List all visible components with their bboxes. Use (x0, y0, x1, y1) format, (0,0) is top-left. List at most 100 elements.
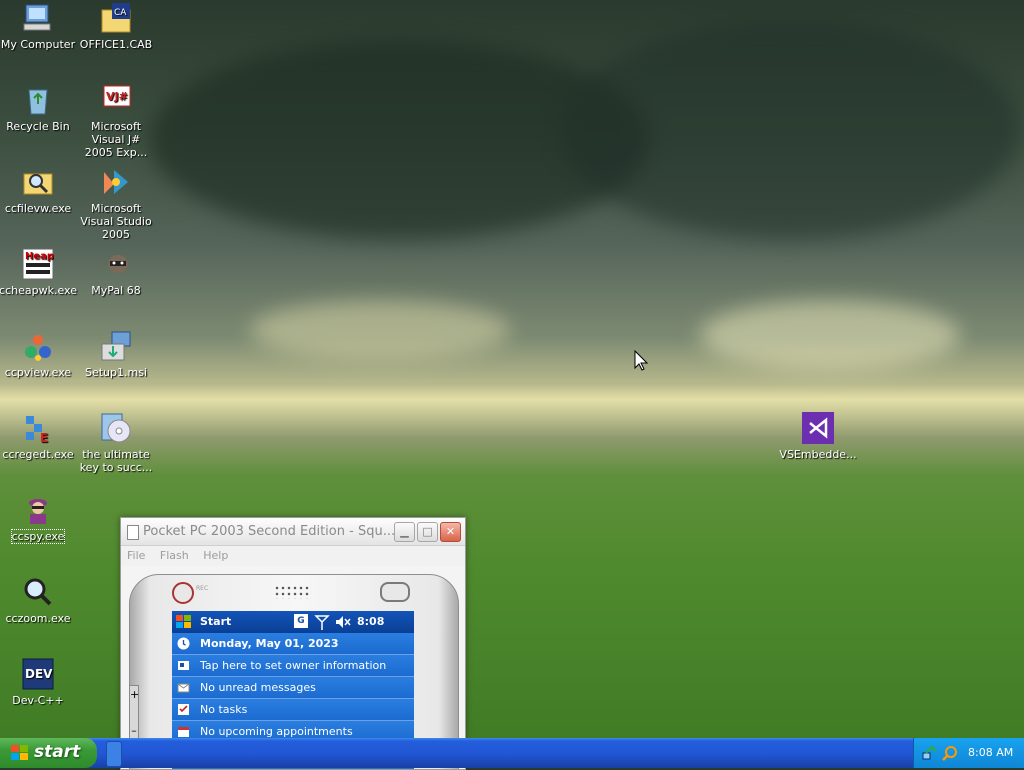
desktop-icon-label: Dev-C++ (12, 694, 64, 707)
cd-icon (101, 413, 131, 443)
desktop-icon-devcpp[interactable]: DEV Dev-C++ (0, 658, 78, 707)
registry-editor-icon: E (26, 416, 48, 444)
desktop-icon-my-computer[interactable]: My Computer (0, 2, 78, 51)
start-label: start (34, 742, 81, 762)
today-messages-row[interactable]: No unread messages (172, 677, 414, 699)
window-menu-bar: File Flash Help (121, 546, 465, 566)
pocket-pc-nav-bar[interactable]: Start G 8:08 (172, 611, 414, 633)
desktop-icon-label: Microsoft Visual J# 2005 Exp... (84, 120, 148, 159)
process-viewer-icon (25, 335, 51, 361)
signal-icon[interactable] (314, 614, 330, 630)
svg-text:E: E (40, 431, 48, 444)
desktop-icon-label: OFFICE1.CAB (79, 38, 153, 51)
window-title: Pocket PC 2003 Second Edition - Squ... (143, 524, 396, 539)
desktop-icon-label: VSEmbedde... (779, 448, 857, 461)
desktop-icon-label: MyPal 68 (91, 284, 141, 297)
desktop-icon-ccheapwk[interactable]: Heap ccheapwk.exe (0, 248, 78, 297)
menu-file[interactable]: File (127, 549, 145, 562)
rec-label: REC (196, 585, 209, 592)
network-tray-icon[interactable] (922, 745, 938, 761)
vjsharp-icon: VJ# (103, 85, 131, 107)
record-button[interactable] (172, 582, 194, 604)
tray-clock[interactable]: 8:08 AM (968, 746, 1013, 759)
today-tasks-text: No tasks (200, 703, 248, 716)
system-tray: 8:08 AM (913, 738, 1024, 768)
window-doc-icon (127, 525, 139, 540)
desktop-icon-ccregedt[interactable]: E ccregedt.exe (0, 412, 78, 461)
desktop-icon-ultimate-key[interactable]: the ultimate key to succ... (76, 412, 156, 474)
desktop-icon-office1-cab[interactable]: CA OFFICE1.CAB (76, 2, 156, 51)
vs-embedded-icon (802, 412, 834, 444)
windows-logo-icon (11, 745, 28, 760)
menu-flash[interactable]: Flash (160, 549, 189, 562)
today-tasks-row[interactable]: No tasks (172, 699, 414, 721)
nav-start-label[interactable]: Start (200, 615, 231, 628)
mail-icon (177, 683, 190, 693)
owner-icon (178, 661, 189, 670)
g-indicator-icon[interactable]: G (294, 614, 308, 628)
spy-icon (29, 499, 47, 524)
cab-file-icon: CA (101, 3, 131, 33)
desktop-icon-label: ccregedt.exe (2, 448, 74, 461)
start-button[interactable]: start (0, 738, 97, 768)
installer-icon (101, 331, 131, 361)
desktop-icon-label: ccpview.exe (4, 366, 72, 379)
desktop-icon-setup1[interactable]: Setup1.msi (76, 330, 156, 379)
clock-icon (177, 637, 190, 650)
minimize-button[interactable]: ▁ (394, 522, 415, 542)
search-tray-icon[interactable] (942, 745, 958, 761)
power-button[interactable] (380, 582, 410, 602)
today-date-text: Monday, May 01, 2023 (200, 637, 339, 650)
desktop-icon-label: the ultimate key to succ... (79, 448, 153, 474)
window-title-bar[interactable]: Pocket PC 2003 Second Edition - Squ... ▁… (121, 518, 465, 546)
desktop-icon-vsembedded[interactable]: VSEmbedde... (778, 412, 858, 461)
desktop-icon-label: My Computer (0, 38, 76, 51)
maximize-button[interactable]: □ (417, 522, 438, 542)
desktop-icon-label: cczoom.exe (5, 612, 71, 625)
magnifier-folder-icon (23, 173, 53, 195)
desktop-icon-ccfilevw[interactable]: ccfilevw.exe (0, 166, 78, 215)
desktop-icon-visual-studio[interactable]: Microsoft Visual Studio 2005 (76, 166, 156, 241)
nav-time[interactable]: 8:08 (357, 615, 384, 628)
desktop-icon-label: Recycle Bin (6, 120, 70, 133)
speaker-grille (274, 585, 310, 599)
today-messages-text: No unread messages (200, 681, 316, 694)
calendar-icon (178, 727, 189, 737)
visual-studio-icon (104, 170, 128, 194)
pocket-pc-emulator-window[interactable]: Pocket PC 2003 Second Edition - Squ... ▁… (120, 517, 466, 770)
recycle-bin-icon (28, 89, 48, 115)
mouse-cursor-icon (634, 350, 648, 371)
close-button[interactable]: ✕ (440, 522, 461, 542)
desktop-icon-cczoom[interactable]: cczoom.exe (0, 576, 78, 625)
svg-text:VJ#: VJ# (106, 90, 128, 103)
desktop-icon-label: ccfilevw.exe (4, 202, 72, 215)
heap-icon: Heap (22, 248, 54, 280)
desktop-icon-label: ccspy.exe (10, 529, 66, 544)
today-appointments-text: No upcoming appointments (200, 725, 353, 738)
svg-text:DEV: DEV (25, 667, 53, 681)
desktop-icon-recycle-bin[interactable]: Recycle Bin (0, 84, 78, 133)
taskbar: start 8:08 AM (0, 738, 1024, 768)
desktop-icon-label: Setup1.msi (84, 366, 147, 379)
computer-icon (23, 4, 51, 31)
desktop-icon-mypal[interactable]: MyPal 68 (76, 248, 156, 297)
speaker-muted-icon[interactable] (334, 614, 352, 630)
cloud-highlight (250, 300, 510, 360)
cloud-highlight (700, 300, 960, 370)
zoom-icon (24, 578, 52, 606)
desktop-icon-ccspy[interactable]: ccspy.exe (0, 494, 78, 544)
tasks-icon (178, 704, 189, 715)
devcpp-icon: DEV (22, 658, 54, 690)
desktop-icon-label: ccheapwk.exe (0, 284, 77, 297)
raccoon-icon (108, 255, 128, 273)
today-owner-row[interactable]: Tap here to set owner information (172, 655, 414, 677)
cloud-shape (560, 20, 1020, 240)
desktop-icon-vjsharp[interactable]: VJ# Microsoft Visual J# 2005 Exp... (76, 84, 156, 159)
windows-flag-icon (176, 615, 191, 628)
taskbar-window-button[interactable] (106, 741, 122, 767)
desktop-icon-ccpview[interactable]: ccpview.exe (0, 330, 78, 379)
menu-help[interactable]: Help (203, 549, 228, 562)
today-owner-text: Tap here to set owner information (200, 659, 387, 672)
desktop-icon-label: Microsoft Visual Studio 2005 (80, 202, 152, 241)
today-date-row[interactable]: Monday, May 01, 2023 (172, 633, 414, 655)
